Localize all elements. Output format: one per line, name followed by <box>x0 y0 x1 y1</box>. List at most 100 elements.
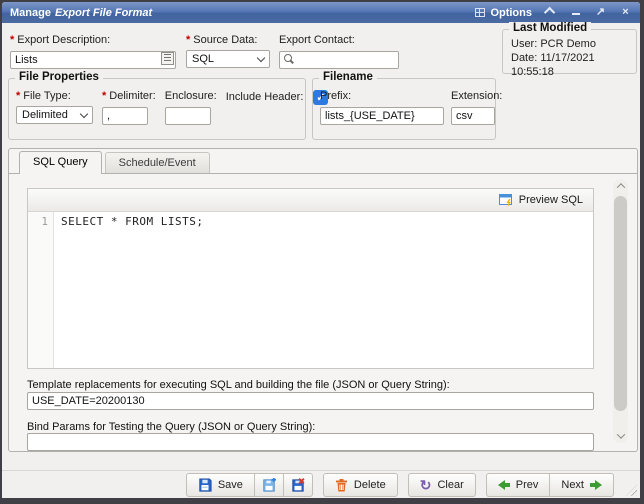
enclosure-field: Enclosure: <box>165 90 217 125</box>
options-button[interactable]: Options <box>475 7 532 19</box>
collapse-button[interactable] <box>544 6 557 19</box>
query-tab-panel: SQL Query Schedule/Event Preview SQL <box>8 148 638 452</box>
file-type-field: *File Type: Delimited <box>16 90 93 125</box>
tab-sql-query[interactable]: SQL Query <box>19 151 102 174</box>
export-contact-label: Export Contact: <box>279 34 355 46</box>
file-type-label: File Type: <box>23 90 71 102</box>
filename-panel: Filename Prefix: Extension: <box>312 78 496 140</box>
last-modified-user: User: PCR Demo <box>509 37 630 51</box>
export-contact-field: Export Contact: <box>279 34 399 69</box>
export-description-field: *Export Description: <box>10 34 176 69</box>
source-data-value: SQL <box>192 53 214 65</box>
clear-button[interactable]: ↻ Clear <box>408 473 476 497</box>
filename-legend: Filename <box>319 71 377 83</box>
bind-params-input[interactable] <box>27 433 594 451</box>
tab-strip: SQL Query Schedule/Event <box>9 149 637 174</box>
options-grid-icon <box>475 8 485 17</box>
save-and-new-button[interactable] <box>254 473 284 497</box>
prefix-input[interactable] <box>320 107 444 125</box>
save-delete-icon <box>291 478 305 492</box>
prev-label: Prev <box>516 479 539 491</box>
chevron-down-icon <box>257 54 265 62</box>
delimiter-field: *Delimiter: <box>102 90 156 125</box>
template-replacements-input[interactable] <box>27 392 594 410</box>
export-description-label: Export Description: <box>17 34 110 46</box>
prev-arrow-icon <box>498 480 510 490</box>
titlebar[interactable]: Manage Export File Format Options ↗ × <box>2 2 640 23</box>
clear-refresh-icon: ↻ <box>420 478 432 492</box>
extension-label: Extension: <box>451 90 502 103</box>
search-icon <box>284 54 292 62</box>
delete-trash-icon <box>335 478 348 492</box>
prefix-field: Prefix: <box>320 90 444 125</box>
scrollbar-thumb[interactable] <box>614 196 627 411</box>
extension-input[interactable] <box>451 107 495 125</box>
source-data-select[interactable]: SQL <box>186 50 270 68</box>
delimiter-label: Delimiter: <box>109 90 155 102</box>
last-modified-date: Date: 11/17/2021 10:55:18 <box>509 51 630 79</box>
file-properties-panel: File Properties *File Type: Delimited *D… <box>8 78 306 140</box>
bind-params-label: Bind Params for Testing the Query (JSON … <box>27 421 315 433</box>
sql-editor-toolbar: Preview SQL <box>28 189 593 212</box>
source-data-field: *Source Data: SQL <box>186 34 270 68</box>
save-button[interactable]: Save <box>186 473 255 497</box>
export-description-input[interactable] <box>10 51 176 69</box>
next-button[interactable]: Next <box>549 473 614 497</box>
last-modified-legend: Last Modified <box>509 22 591 34</box>
preview-sql-button[interactable]: Preview SQL <box>495 193 587 208</box>
last-modified-panel: Last Modified User: PCR Demo Date: 11/17… <box>502 29 637 74</box>
enclosure-input[interactable] <box>165 107 211 125</box>
clear-label: Clear <box>437 479 463 491</box>
sql-editor-body[interactable]: 1 SELECT * FROM LISTS; <box>28 212 593 368</box>
save-icon <box>198 478 212 492</box>
required-asterisk: * <box>10 34 14 46</box>
include-header-label: Include Header: <box>226 91 304 104</box>
window-title-name: Export File Format <box>55 7 152 19</box>
description-edit-button[interactable] <box>161 52 174 65</box>
sql-code[interactable]: SELECT * FROM LISTS; <box>54 212 593 368</box>
file-properties-legend: File Properties <box>15 71 103 83</box>
minimize-button[interactable] <box>569 6 582 19</box>
sql-editor: Preview SQL 1 SELECT * FROM LISTS; <box>27 188 594 369</box>
popout-button[interactable]: ↗ <box>594 6 607 19</box>
dialog-frame: ManageExport File Format Options ↗ × *Ex… <box>0 0 644 504</box>
export-contact-input[interactable] <box>279 51 399 69</box>
extension-field: Extension: <box>451 90 502 125</box>
vertical-scrollbar[interactable] <box>613 179 628 443</box>
required-asterisk: * <box>16 90 20 102</box>
line-number: 1 <box>41 215 48 228</box>
text-lines-icon <box>164 54 171 63</box>
save-add-icon <box>262 478 276 492</box>
delimiter-input[interactable] <box>102 107 148 125</box>
chevron-down-icon <box>80 110 88 118</box>
preview-sql-icon <box>499 194 514 207</box>
close-button[interactable]: × <box>619 6 632 19</box>
source-data-label: Source Data: <box>193 34 257 46</box>
footer-toolbar: Save <box>2 470 640 498</box>
close-icon: × <box>622 6 628 18</box>
next-label: Next <box>561 479 584 491</box>
tab-schedule-event[interactable]: Schedule/Event <box>105 152 210 173</box>
popout-icon: ↗ <box>596 6 605 18</box>
scroll-up-button[interactable] <box>613 179 628 193</box>
sql-query-tab-content: Preview SQL 1 SELECT * FROM LISTS; Templ… <box>9 174 637 451</box>
minimize-icon <box>572 13 580 15</box>
line-number-gutter: 1 <box>28 212 54 368</box>
prefix-label: Prefix: <box>320 90 444 103</box>
options-label: Options <box>490 7 532 19</box>
save-label: Save <box>218 479 243 491</box>
delete-label: Delete <box>354 479 386 491</box>
window-title-prefix: Manage <box>10 7 51 19</box>
preview-sql-label: Preview SQL <box>519 194 583 206</box>
required-asterisk: * <box>186 34 190 46</box>
save-and-close-button[interactable] <box>283 473 313 497</box>
scroll-up-icon <box>616 183 624 191</box>
next-arrow-icon <box>590 480 602 490</box>
file-type-select[interactable]: Delimited <box>16 106 93 124</box>
enclosure-label: Enclosure: <box>165 90 217 102</box>
prev-button[interactable]: Prev <box>486 473 551 497</box>
template-replacements-label: Template replacements for executing SQL … <box>27 379 450 391</box>
scroll-down-button[interactable] <box>613 429 628 443</box>
delete-button[interactable]: Delete <box>323 473 398 497</box>
window-title: Manage Export File Format <box>10 7 475 19</box>
